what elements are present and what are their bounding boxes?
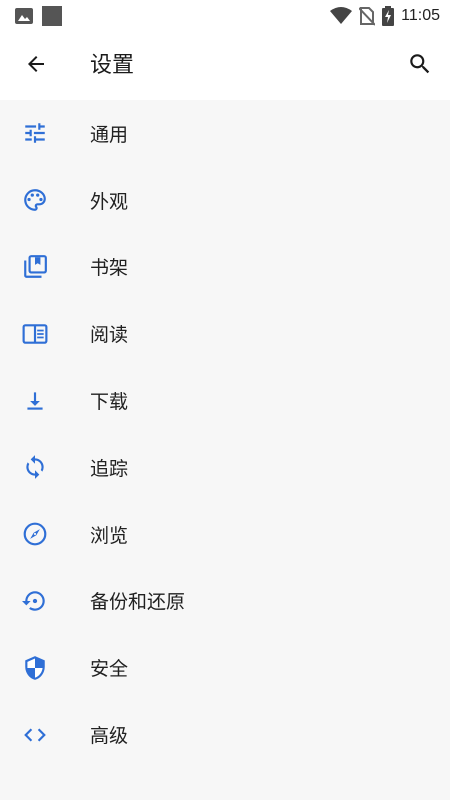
settings-item-label: 外观 (90, 190, 129, 213)
no-sim-icon (359, 6, 376, 26)
wifi-icon (330, 7, 353, 25)
settings-item-label: 通用 (90, 123, 129, 146)
settings-item-label: 书架 (90, 257, 129, 280)
settings-item-label: 下载 (90, 391, 129, 414)
settings-item-downloads[interactable]: 下载 (0, 367, 450, 434)
download-icon (20, 386, 50, 416)
settings-screen: 11:05 设置 通用 外观 书架 阅读 下载 追踪 浏览 备份和还原 安全 高… (0, 0, 450, 800)
square-icon (42, 6, 62, 26)
settings-item-label: 追踪 (90, 457, 129, 480)
code-icon (20, 720, 50, 750)
library-icon (20, 252, 50, 282)
sync-icon (20, 452, 50, 482)
shield-icon (20, 653, 50, 683)
settings-item-appearance[interactable]: 外观 (0, 167, 450, 234)
settings-item-general[interactable]: 通用 (0, 100, 450, 167)
backup-restore-icon (20, 586, 50, 616)
battery-charging-icon (382, 6, 395, 26)
settings-item-tracking[interactable]: 追踪 (0, 434, 450, 501)
settings-item-reading[interactable]: 阅读 (0, 300, 450, 367)
chrome-reader-icon (20, 319, 50, 349)
page-title: 设置 (90, 53, 135, 78)
compass-icon (20, 519, 50, 549)
status-bar-right: 11:05 (323, 6, 440, 26)
settings-item-label: 浏览 (90, 524, 129, 547)
tune-icon (20, 118, 50, 148)
search-icon (407, 51, 433, 77)
status-bar-left (14, 6, 70, 26)
settings-item-advanced[interactable]: 高级 (0, 701, 450, 768)
settings-item-label: 安全 (90, 658, 129, 681)
status-time: 11:05 (401, 7, 440, 24)
arrow-back-icon (24, 52, 48, 76)
settings-list: 通用 外观 书架 阅读 下载 追踪 浏览 备份和还原 安全 高级 (0, 100, 450, 768)
settings-item-library[interactable]: 书架 (0, 234, 450, 301)
settings-item-label: 阅读 (90, 324, 129, 347)
status-bar: 11:05 (0, 0, 450, 32)
settings-item-security[interactable]: 安全 (0, 634, 450, 701)
image-icon (14, 7, 34, 25)
search-button[interactable] (398, 42, 442, 86)
settings-item-backup-restore[interactable]: 备份和还原 (0, 568, 450, 635)
settings-item-label: 备份和还原 (90, 591, 186, 614)
app-bar: 设置 (0, 32, 450, 100)
settings-item-label: 高级 (90, 725, 129, 748)
back-button[interactable] (14, 42, 58, 86)
palette-icon (20, 185, 50, 215)
settings-item-browse[interactable]: 浏览 (0, 501, 450, 568)
